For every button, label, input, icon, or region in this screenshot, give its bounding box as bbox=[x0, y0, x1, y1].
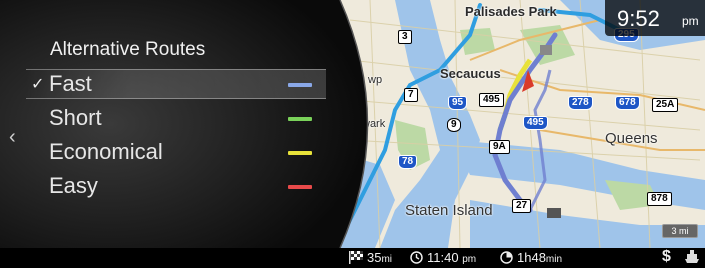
route-color-swatch bbox=[288, 117, 312, 121]
checkered-flag-icon bbox=[349, 251, 363, 264]
route-option-label: Fast bbox=[49, 71, 92, 96]
highway-shield: 27 bbox=[512, 199, 532, 213]
travel-duration: 1h48min bbox=[500, 250, 562, 266]
map-label-palisades-park: Palisades Park bbox=[465, 4, 557, 19]
route-color-swatch bbox=[288, 185, 312, 189]
highway-shield: 278 bbox=[568, 96, 593, 110]
highway-shield: 678 bbox=[615, 96, 640, 110]
route-option-label: Short bbox=[49, 105, 102, 130]
ferry-icon bbox=[685, 250, 699, 263]
route-option-fast[interactable]: ✓ Fast bbox=[26, 69, 326, 99]
map-label-wark: wark bbox=[362, 118, 386, 130]
highway-shield: 9 bbox=[447, 118, 461, 132]
route-status-bar: 35mi 11:40 pm 1h48min $ bbox=[0, 248, 705, 268]
clock-time: 9:52 bbox=[617, 6, 660, 31]
map-label-queens: Queens bbox=[605, 130, 658, 147]
clock-icon bbox=[410, 251, 423, 264]
route-option-economical[interactable]: Economical bbox=[26, 138, 326, 168]
distance-unit: mi bbox=[381, 254, 393, 265]
route-option-label: Economical bbox=[49, 139, 163, 164]
map-label-staten-island: Staten Island bbox=[405, 202, 493, 219]
checkmark-icon: ✓ bbox=[31, 76, 45, 93]
distance-remaining: 35mi bbox=[349, 250, 392, 266]
chevron-left-icon[interactable]: ‹ bbox=[9, 126, 16, 149]
clock: 9:52 pm bbox=[605, 0, 705, 36]
highway-shield: 495 bbox=[523, 116, 548, 130]
stopwatch-icon bbox=[500, 251, 513, 264]
highway-shield: 25A bbox=[652, 98, 679, 112]
highway-shield: 9A bbox=[489, 140, 510, 154]
highway-shield: 7 bbox=[404, 88, 418, 102]
route-color-swatch bbox=[288, 151, 312, 155]
highway-shield: 878 bbox=[647, 192, 672, 206]
highway-shield: 95 bbox=[448, 96, 468, 110]
route-option-easy[interactable]: Easy bbox=[26, 172, 326, 202]
duration-unit: min bbox=[545, 254, 563, 265]
map-scale: 3 mi bbox=[662, 224, 698, 238]
arrival-time: 11:40 pm bbox=[410, 250, 476, 266]
route-color-swatch bbox=[288, 83, 312, 87]
map-label-wp: wp bbox=[368, 74, 383, 86]
route-option-label: Easy bbox=[49, 173, 98, 198]
map-label-secaucus: Secaucus bbox=[440, 66, 501, 81]
eta-unit: pm bbox=[462, 254, 477, 265]
highway-shield: 495 bbox=[479, 93, 504, 107]
eta-value: 11:40 bbox=[427, 250, 459, 265]
distance-value: 35 bbox=[367, 250, 382, 265]
highway-shield: 78 bbox=[398, 155, 418, 169]
route-option-short[interactable]: Short bbox=[26, 104, 326, 134]
toll-icon: $ bbox=[662, 248, 671, 265]
clock-ampm: pm bbox=[682, 14, 699, 28]
duration-value: 1h48 bbox=[517, 250, 546, 265]
highway-shield: 3 bbox=[398, 30, 412, 44]
